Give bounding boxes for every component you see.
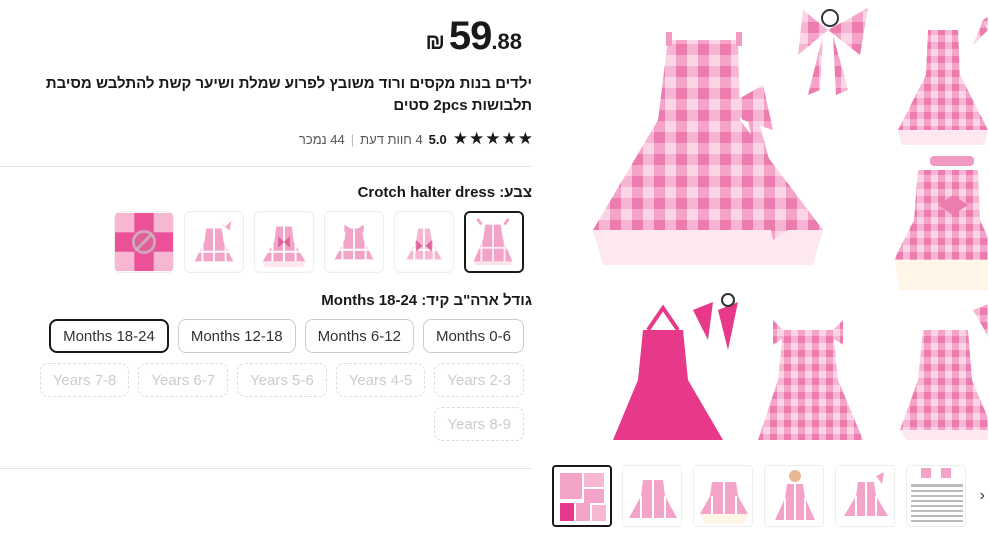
divider [0, 468, 532, 469]
thumbnail-strip: › [552, 465, 989, 531]
star-icon: ★ [452, 129, 468, 148]
dress-thumbnail [395, 213, 453, 271]
size-option-disabled[interactable]: Years 2-3 [434, 363, 524, 397]
fabric-swatch [115, 213, 173, 271]
thumbnail-image [554, 467, 610, 525]
color-swatch-2[interactable] [394, 211, 454, 273]
rating-row[interactable]: ★ ★ ★ ★ ★ 5.0 4 חוות דעת | 44 נמכר [298, 129, 533, 149]
product-collage-image [588, 0, 988, 450]
star-icon: ★ [469, 129, 484, 148]
size-option[interactable]: Months 12-18 [177, 319, 296, 353]
size-option-disabled[interactable]: Years 6-7 [138, 363, 229, 397]
dress-thumbnail [325, 213, 383, 271]
gallery-thumbnail[interactable] [906, 465, 966, 527]
size-option-selected[interactable]: Months 18-24 [49, 319, 169, 353]
gallery-thumbnail-active[interactable] [552, 465, 612, 527]
size-option-disabled[interactable]: Years 5-6 [237, 363, 327, 397]
divider [0, 166, 532, 167]
color-swatch-6[interactable] [114, 211, 174, 273]
color-label: צבע: Crotch halter dress [357, 184, 532, 201]
review-count[interactable]: 4 חוות דעת [360, 132, 423, 147]
price-decimal: .88 [491, 29, 522, 54]
rating-separator: | [350, 131, 355, 147]
thumbnail-image [836, 466, 894, 526]
size-label: גודל ארה"ב קיד: Months 18-24 [321, 292, 532, 309]
chevron-right-icon[interactable]: › [980, 487, 985, 505]
dress-thumbnail [185, 213, 243, 271]
size-option[interactable]: Months 0-6 [422, 319, 524, 353]
rating-score: 5.0 [428, 131, 447, 147]
color-swatch-4[interactable] [254, 211, 314, 273]
product-info: ₪ 59 .88 ילדים בנות מקסים ורוד משובץ לפר… [0, 0, 533, 536]
dress-thumbnail [255, 213, 313, 271]
color-swatch-5[interactable] [184, 211, 244, 273]
star-icon: ★ [501, 129, 517, 148]
color-swatch-3[interactable] [324, 211, 384, 273]
gallery-thumbnail[interactable] [835, 465, 895, 527]
thumbnail-image [694, 466, 752, 526]
sold-count: 44 נמכר [298, 131, 345, 147]
star-icon: ★ [517, 129, 533, 148]
color-swatch-1[interactable] [464, 211, 524, 273]
size-options: Months 0-6 Months 6-12 Months 12-18 Mont… [24, 319, 524, 441]
gallery-thumbnail[interactable] [622, 465, 682, 527]
price: ₪ 59 .88 [425, 14, 522, 59]
color-swatches [114, 211, 524, 273]
gallery-thumbnail[interactable] [693, 465, 753, 527]
product-title: ילדים בנות מקסים ורוד משובץ לפרוע שמלת ו… [45, 75, 532, 114]
star-rating: ★ ★ ★ ★ ★ [452, 129, 533, 149]
gallery-thumbnail[interactable] [764, 465, 824, 527]
size-option-disabled[interactable]: Years 8-9 [434, 407, 524, 441]
size-option[interactable]: Months 6-12 [304, 319, 414, 353]
thumbnail-image [765, 466, 823, 526]
thumbnail-image [623, 466, 681, 526]
size-chart-image [907, 466, 965, 526]
dress-thumbnail [466, 213, 522, 271]
price-integer: 59 [448, 14, 492, 58]
main-product-image[interactable] [588, 0, 988, 450]
size-option-disabled[interactable]: Years 4-5 [335, 363, 426, 397]
size-option-disabled[interactable]: Years 7-8 [39, 363, 130, 397]
star-icon: ★ [485, 129, 500, 148]
currency-symbol: ₪ [425, 29, 445, 54]
product-gallery: › [548, 0, 989, 536]
